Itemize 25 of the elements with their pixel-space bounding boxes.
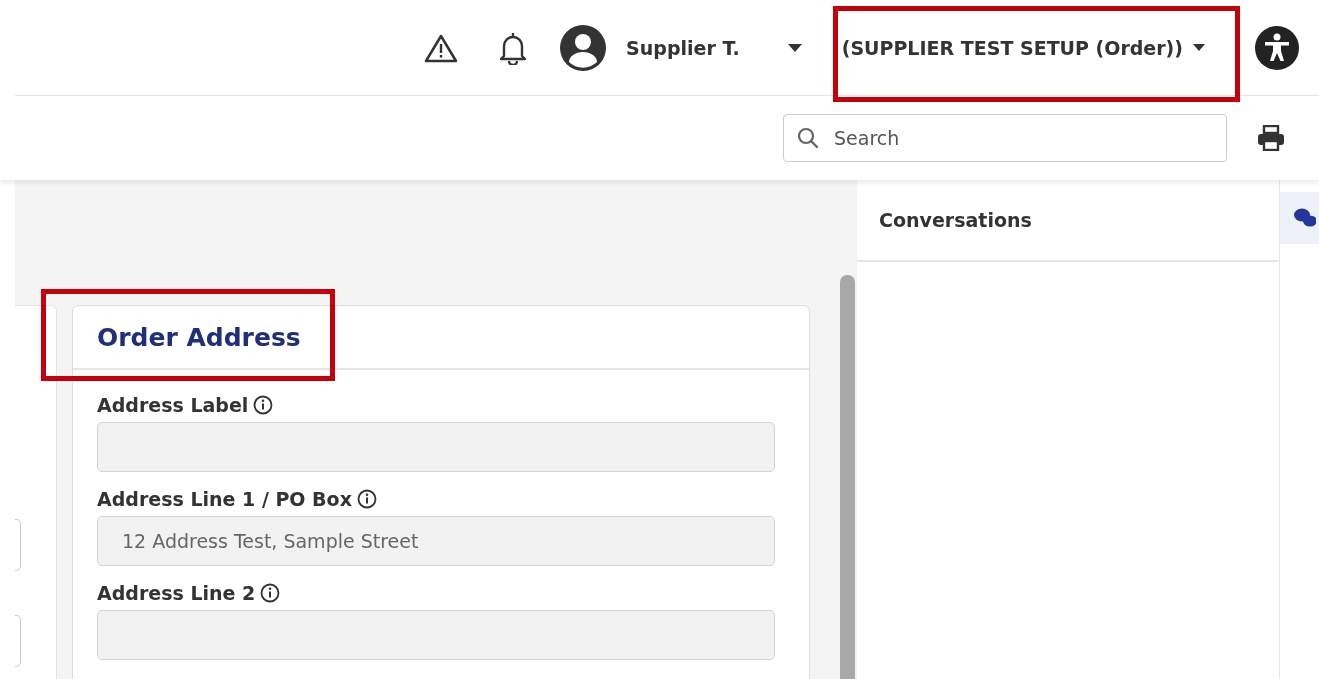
user-name[interactable]: Supplier T. [626, 36, 740, 59]
accessibility-icon[interactable] [1255, 25, 1299, 70]
field-label: Address Line 1 / PO Box [97, 488, 352, 510]
info-icon[interactable] [260, 583, 281, 603]
search-field[interactable]: Search [783, 114, 1227, 162]
bell-icon[interactable] [498, 30, 529, 65]
account-dropdown[interactable]: (SUPPLIER TEST SETUP (Order)) [841, 36, 1205, 59]
print-icon[interactable] [1257, 125, 1285, 151]
info-icon[interactable] [356, 489, 377, 509]
input-field[interactable]: 12 Address Test, Sample Street [97, 516, 775, 566]
caret-icon[interactable] [787, 43, 802, 52]
card-title: Order Address [97, 322, 301, 352]
chat-tab[interactable] [1280, 192, 1319, 244]
chat-icon [1294, 207, 1316, 229]
panel-title: Conversations [879, 209, 1032, 231]
field-label: Address Label [97, 394, 249, 416]
input-field[interactable] [97, 422, 775, 472]
caret-icon [1193, 44, 1205, 51]
warning-icon[interactable] [424, 32, 459, 63]
scrollbar-thumb[interactable] [840, 275, 855, 679]
search-icon [797, 127, 819, 149]
info-icon[interactable] [253, 395, 274, 415]
field-label: Address Line 2 [97, 582, 256, 604]
avatar-icon[interactable] [560, 24, 607, 71]
input-field[interactable] [97, 610, 775, 660]
